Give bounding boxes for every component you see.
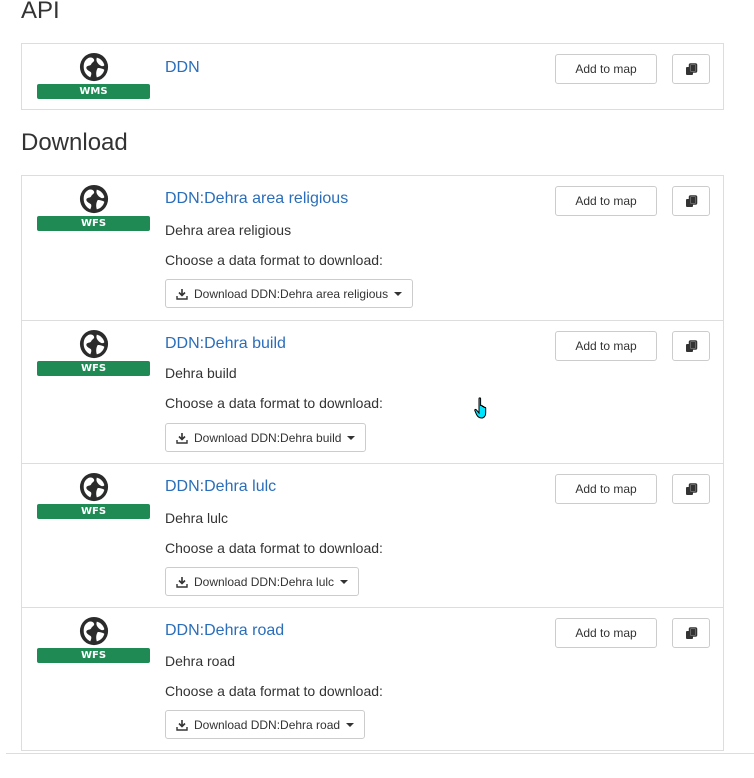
- copy-button[interactable]: [672, 618, 710, 648]
- badge-label: WFS: [37, 504, 150, 519]
- download-label: Download DDN:Dehra road: [194, 717, 341, 732]
- api-item: WMS DDN Add to map: [22, 44, 723, 109]
- download-icon: [176, 576, 188, 588]
- download-label: Download DDN:Dehra build: [194, 430, 342, 445]
- bottom-divider: [6, 753, 754, 754]
- item-description: Dehra build: [165, 365, 237, 381]
- add-to-map-button[interactable]: Add to map: [555, 54, 657, 84]
- download-icon: [176, 719, 188, 731]
- download-heading: Download: [21, 129, 128, 156]
- globe-icon: [79, 616, 109, 646]
- item-description: Dehra road: [165, 653, 236, 669]
- download-icon: [176, 432, 188, 444]
- item-title-link[interactable]: DDN:Dehra build: [165, 335, 286, 353]
- item-title-link[interactable]: DDN:Dehra lulc: [165, 478, 276, 496]
- choose-format-text: Choose a data format to download:: [165, 252, 383, 268]
- service-badge: WFS: [37, 472, 150, 519]
- copy-icon: [685, 195, 698, 208]
- copy-icon: [685, 627, 698, 640]
- download-dropdown-button[interactable]: Download DDN:Dehra road: [165, 710, 366, 739]
- api-heading: API: [21, 0, 60, 24]
- choose-format-text: Choose a data format to download:: [165, 540, 383, 556]
- copy-icon: [685, 340, 698, 353]
- badge-label: WFS: [37, 361, 150, 376]
- badge-label: WFS: [37, 216, 150, 231]
- download-icon: [176, 288, 188, 300]
- download-item: WFS DDN:Dehra build Dehra build Choose a…: [22, 320, 723, 463]
- download-label: Download DDN:Dehra lulc: [194, 574, 335, 589]
- download-label: Download DDN:Dehra area religious: [194, 286, 389, 301]
- globe-icon: [79, 329, 109, 359]
- caret-down-icon: [394, 291, 403, 296]
- item-title-link[interactable]: DDN:Dehra area religious: [165, 190, 348, 208]
- copy-icon: [685, 483, 698, 496]
- download-item: WFS DDN:Dehra lulc Dehra lulc Choose a d…: [22, 463, 723, 607]
- add-to-map-button[interactable]: Add to map: [555, 618, 657, 648]
- copy-icon: [685, 63, 698, 76]
- add-to-map-button[interactable]: Add to map: [555, 331, 657, 361]
- service-badge: WFS: [37, 184, 150, 231]
- download-dropdown-button[interactable]: Download DDN:Dehra area religious: [165, 279, 414, 308]
- item-description: Dehra lulc: [165, 510, 229, 526]
- choose-format-text: Choose a data format to download:: [165, 683, 383, 699]
- caret-down-icon: [347, 435, 356, 440]
- copy-button[interactable]: [672, 186, 710, 216]
- globe-icon: [79, 184, 109, 214]
- add-to-map-button[interactable]: Add to map: [555, 186, 657, 216]
- item-title-link[interactable]: DDN: [165, 59, 200, 77]
- item-title-link[interactable]: DDN:Dehra road: [165, 622, 284, 640]
- copy-button[interactable]: [672, 331, 710, 361]
- download-panel: WFS DDN:Dehra area religious Dehra area …: [21, 175, 724, 751]
- download-dropdown-button[interactable]: Download DDN:Dehra lulc: [165, 567, 360, 596]
- badge-label: WMS: [37, 84, 150, 99]
- download-item: WFS DDN:Dehra area religious Dehra area …: [22, 176, 723, 320]
- copy-button[interactable]: [672, 54, 710, 84]
- add-to-map-button[interactable]: Add to map: [555, 474, 657, 504]
- service-badge: WFS: [37, 616, 150, 663]
- api-panel: WMS DDN Add to map: [21, 43, 724, 110]
- service-badge: WMS: [37, 52, 150, 99]
- copy-button[interactable]: [672, 474, 710, 504]
- service-badge: WFS: [37, 329, 150, 376]
- globe-icon: [79, 52, 109, 82]
- caret-down-icon: [346, 722, 355, 727]
- badge-label: WFS: [37, 648, 150, 663]
- item-description: Dehra area religious: [165, 222, 292, 238]
- download-dropdown-button[interactable]: Download DDN:Dehra build: [165, 423, 367, 452]
- choose-format-text: Choose a data format to download:: [165, 395, 383, 411]
- download-item: WFS DDN:Dehra road Dehra road Choose a d…: [22, 607, 723, 750]
- caret-down-icon: [340, 579, 349, 584]
- globe-icon: [79, 472, 109, 502]
- hand-pointer-cursor: [474, 397, 487, 419]
